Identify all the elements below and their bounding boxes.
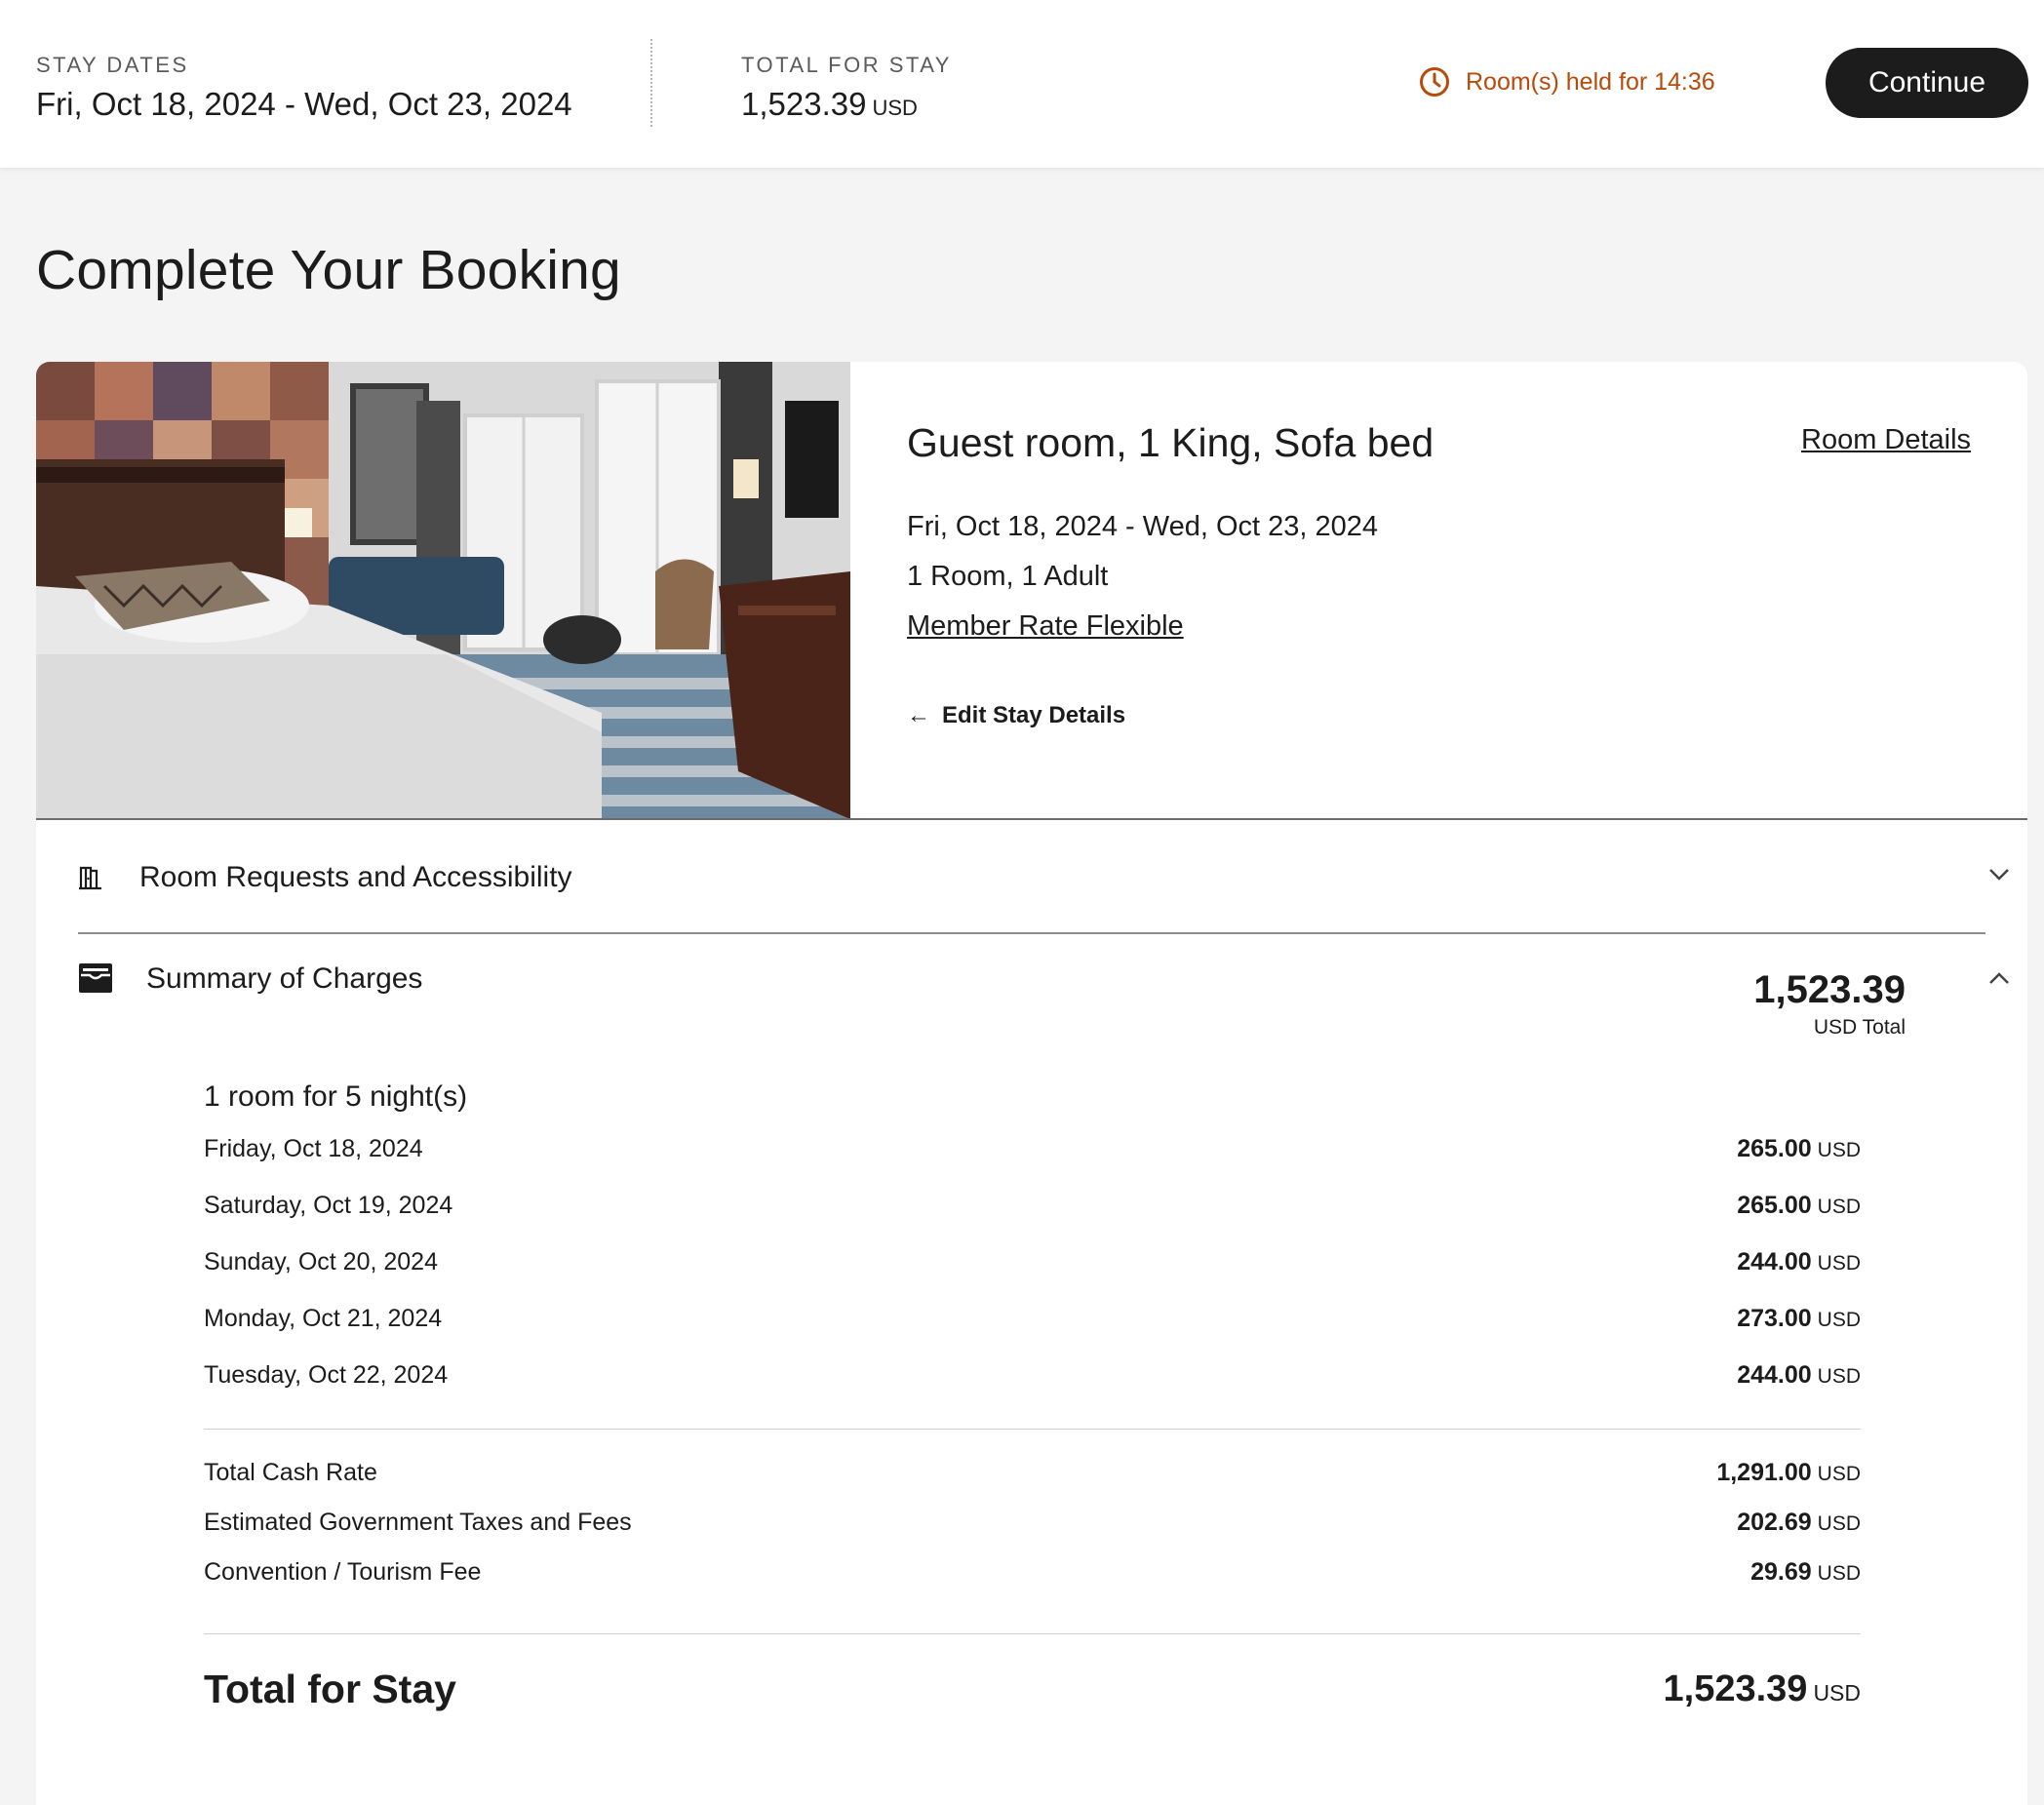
total-for-stay-value: 1,523.39 USD (741, 86, 918, 123)
room-door-icon (79, 866, 101, 890)
summary-title: Summary of Charges (146, 962, 423, 995)
night-amount: 273.00 USD (1737, 1305, 1861, 1332)
night-amount: 244.00 USD (1737, 1361, 1861, 1389)
room-hold-timer: Room(s) held for 14:36 (1419, 66, 1715, 98)
edit-stay-label: Edit Stay Details (942, 702, 1126, 728)
fee-amount: 1,291.00 USD (1716, 1459, 1861, 1486)
clock-icon (1420, 67, 1449, 97)
summary-total-label: USD Total (1813, 1016, 1906, 1039)
night-amount: 265.00 USD (1737, 1192, 1861, 1219)
night-amount: 265.00 USD (1737, 1135, 1861, 1162)
summary-total-amount: 1,523.39 (1753, 968, 1906, 1011)
totals-divider (204, 1633, 1861, 1634)
fee-label: Convention / Tourism Fee (204, 1558, 482, 1586)
chevron-up-icon[interactable] (1987, 970, 2011, 986)
stay-dates-value: Fri, Oct 18, 2024 - Wed, Oct 23, 2024 (36, 86, 572, 122)
night-row: Saturday, Oct 19, 2024 265.00 USD (204, 1192, 1861, 1231)
night-amount: 244.00 USD (1737, 1248, 1861, 1275)
header-divider (650, 39, 652, 127)
stay-nights-heading: 1 room for 5 night(s) (204, 1080, 468, 1113)
grand-total-row: Total for Stay 1,523.39 USD (204, 1667, 1861, 1725)
fee-row: Estimated Government Taxes and Fees 202.… (204, 1509, 1861, 1548)
total-amount: 1,523.39 (741, 86, 867, 122)
booking-card: Guest room, 1 King, Sofa bed Room Detail… (36, 362, 2027, 1805)
summary-total: 1,523.39 USD Total (1753, 968, 1906, 1040)
arrow-left-icon: ← (907, 702, 930, 728)
hold-text: Room(s) held for 14:36 (1466, 67, 1715, 96)
fee-label: Estimated Government Taxes and Fees (204, 1509, 632, 1536)
night-date: Saturday, Oct 19, 2024 (204, 1192, 453, 1219)
edit-stay-details-link[interactable]: ← Edit Stay Details (907, 702, 1125, 729)
room-requests-title: Room Requests and Accessibility (139, 861, 572, 893)
night-date: Monday, Oct 21, 2024 (204, 1305, 443, 1332)
room-requests-accordion[interactable]: Room Requests and Accessibility (78, 820, 2009, 934)
night-date: Sunday, Oct 20, 2024 (204, 1248, 438, 1275)
night-date: Tuesday, Oct 22, 2024 (204, 1361, 449, 1389)
fee-label: Total Cash Rate (204, 1459, 377, 1486)
room-details-link[interactable]: Room Details (1801, 424, 1971, 456)
continue-button[interactable]: Continue (1826, 48, 2028, 118)
stay-dates-label: STAY DATES (36, 53, 189, 77)
wallet-icon (79, 963, 112, 993)
room-name: Guest room, 1 King, Sofa bed (907, 420, 1435, 465)
chevron-down-icon[interactable] (1987, 867, 2011, 883)
fee-amount: 202.69 USD (1737, 1509, 1861, 1536)
night-row: Sunday, Oct 20, 2024 244.00 USD (204, 1248, 1861, 1287)
summary-of-charges-accordion[interactable]: Summary of Charges (78, 947, 2009, 1054)
fee-row: Convention / Tourism Fee 29.69 USD (204, 1558, 1861, 1597)
room-dates: Fri, Oct 18, 2024 - Wed, Oct 23, 2024 (907, 511, 1379, 542)
room-photo (36, 362, 850, 819)
room-occupancy: 1 Room, 1 Adult (907, 561, 1109, 592)
rate-name-link[interactable]: Member Rate Flexible (907, 610, 1184, 643)
total-currency: USD (872, 96, 918, 120)
night-date: Friday, Oct 18, 2024 (204, 1135, 423, 1162)
night-row: Tuesday, Oct 22, 2024 244.00 USD (204, 1361, 1861, 1400)
fee-amount: 29.69 USD (1750, 1558, 1861, 1586)
grand-total-label: Total for Stay (204, 1667, 456, 1711)
grand-total-amount: 1,523.39 USD (1663, 1668, 1861, 1709)
night-row: Monday, Oct 21, 2024 273.00 USD (204, 1305, 1861, 1344)
night-row: Friday, Oct 18, 2024 265.00 USD (204, 1135, 1861, 1174)
charges-divider (204, 1429, 1861, 1430)
page-title: Complete Your Booking (36, 239, 621, 301)
fee-row: Total Cash Rate 1,291.00 USD (204, 1459, 1861, 1498)
total-for-stay-label: TOTAL FOR STAY (741, 53, 952, 77)
stay-summary-bar: STAY DATES Fri, Oct 18, 2024 - Wed, Oct … (0, 0, 2044, 168)
